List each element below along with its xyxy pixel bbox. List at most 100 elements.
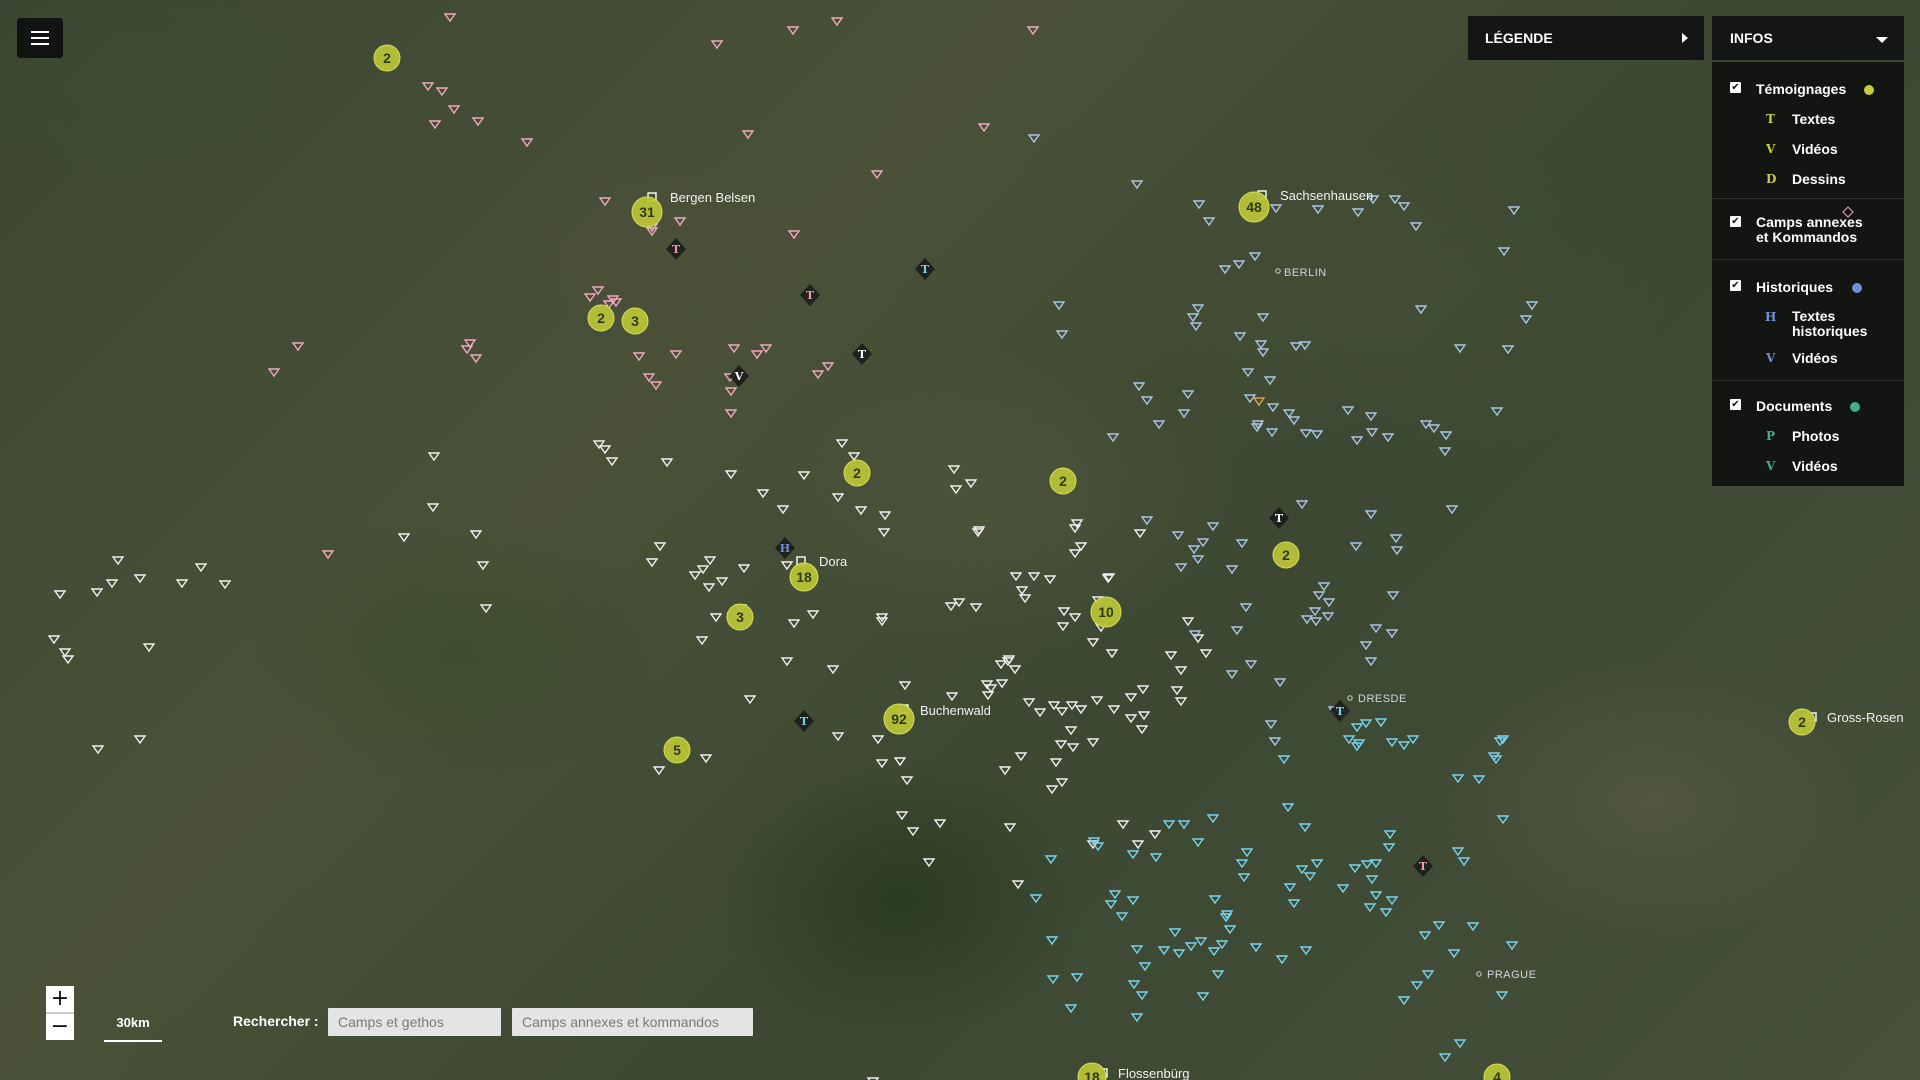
kommando-marker[interactable] — [479, 604, 493, 614]
kommando-marker[interactable] — [1070, 519, 1084, 529]
kommando-marker[interactable] — [1386, 591, 1400, 601]
kommando-marker[interactable] — [1233, 332, 1247, 342]
kommando-marker[interactable] — [1068, 613, 1082, 623]
kommando-marker[interactable] — [756, 489, 770, 499]
kommando-marker[interactable] — [1350, 436, 1364, 446]
kommando-marker[interactable] — [1409, 222, 1423, 232]
kommando-marker[interactable] — [780, 561, 794, 571]
kommando-marker[interactable] — [1232, 260, 1246, 270]
kommando-marker[interactable] — [1026, 26, 1040, 36]
kommando-marker[interactable] — [1115, 912, 1129, 922]
kommando-marker[interactable] — [1056, 622, 1070, 632]
kommando-marker[interactable] — [1218, 265, 1232, 275]
kommando-marker[interactable] — [1299, 946, 1313, 956]
kommando-marker[interactable] — [1152, 420, 1166, 430]
kommando-marker[interactable] — [105, 579, 119, 589]
filter-historiques-textes[interactable]: H Textes historiques — [1712, 309, 1904, 343]
kommando-marker[interactable] — [1127, 980, 1141, 990]
kommando-marker[interactable] — [776, 505, 790, 515]
menu-button[interactable] — [17, 18, 63, 58]
kommando-marker[interactable] — [1369, 891, 1383, 901]
kommando-marker[interactable] — [1348, 864, 1362, 874]
kommando-marker[interactable] — [583, 293, 597, 303]
zoom-in-button[interactable]: + — [46, 986, 74, 1014]
kommando-marker[interactable] — [1312, 591, 1326, 601]
kommando-marker[interactable] — [1208, 895, 1222, 905]
kommando-marker[interactable] — [427, 452, 441, 462]
kommando-marker[interactable] — [1124, 714, 1138, 724]
kommando-marker[interactable] — [1157, 946, 1171, 956]
document-pin[interactable]: T — [1330, 700, 1350, 722]
kommando-marker[interactable] — [1196, 992, 1210, 1002]
kommando-marker[interactable] — [893, 757, 907, 767]
kommando-marker[interactable] — [1237, 873, 1251, 883]
kommando-marker[interactable] — [1309, 617, 1323, 627]
kommando-marker[interactable] — [1350, 723, 1364, 733]
kommando-marker[interactable] — [1269, 204, 1283, 214]
kommando-marker[interactable] — [780, 657, 794, 667]
kommando-marker[interactable] — [447, 105, 461, 115]
kommando-marker[interactable] — [1138, 962, 1152, 972]
search-camps-input[interactable] — [328, 1008, 501, 1036]
kommando-marker[interactable] — [397, 533, 411, 543]
kommando-marker[interactable] — [1230, 626, 1244, 636]
kommando-marker[interactable] — [1295, 500, 1309, 510]
kommando-marker[interactable] — [1055, 330, 1069, 340]
kommando-marker[interactable] — [1249, 943, 1263, 953]
kommando-marker[interactable] — [1133, 529, 1147, 539]
kommando-marker[interactable] — [1385, 896, 1399, 906]
kommando-marker[interactable] — [1003, 823, 1017, 833]
kommando-marker[interactable] — [1379, 908, 1393, 918]
camp-label[interactable]: Gross-Rosen — [1827, 710, 1904, 725]
kommando-marker[interactable] — [1045, 936, 1059, 946]
kommando-marker[interactable] — [1172, 949, 1186, 959]
kommando-marker[interactable] — [1263, 376, 1277, 386]
kommando-marker[interactable] — [649, 381, 663, 391]
kommando-marker[interactable] — [922, 858, 936, 868]
kommando-marker[interactable] — [642, 373, 656, 383]
kommando-marker[interactable] — [1360, 860, 1374, 870]
kommando-marker[interactable] — [1009, 572, 1023, 582]
kommando-marker[interactable] — [53, 590, 67, 600]
kommando-marker[interactable] — [1501, 345, 1515, 355]
kommando-marker[interactable] — [421, 82, 435, 92]
kommando-marker[interactable] — [1311, 205, 1325, 215]
kommando-marker[interactable] — [632, 352, 646, 362]
kommando-marker[interactable] — [1298, 823, 1312, 833]
kommando-marker[interactable] — [715, 577, 729, 587]
kommando-marker[interactable] — [847, 452, 861, 462]
kommando-marker[interactable] — [871, 735, 885, 745]
kommando-marker[interactable] — [1421, 970, 1435, 980]
kommando-marker[interactable] — [1497, 247, 1511, 257]
kommando-marker[interactable] — [1135, 991, 1149, 1001]
kommando-marker[interactable] — [1322, 598, 1336, 608]
kommando-marker[interactable] — [1052, 301, 1066, 311]
kommando-marker[interactable] — [426, 503, 440, 513]
kommando-marker[interactable] — [1287, 899, 1301, 909]
kommando-marker[interactable] — [1033, 708, 1047, 718]
kommando-marker[interactable] — [1351, 208, 1365, 218]
kommando-marker[interactable] — [1044, 855, 1058, 865]
kommando-marker[interactable] — [1018, 594, 1032, 604]
checkbox-icon[interactable]: ✔ — [1730, 280, 1741, 291]
kommando-marker[interactable] — [870, 170, 884, 180]
kommando-marker[interactable] — [1264, 720, 1278, 730]
kommando-marker[interactable] — [291, 342, 305, 352]
kommando-marker[interactable] — [1174, 697, 1188, 707]
document-pin[interactable]: T — [1413, 855, 1433, 877]
satellite-map[interactable]: Bergen Belsen Sachsenhausen Dora Buchenwald… — [0, 0, 1920, 1080]
kommando-marker[interactable] — [1427, 424, 1441, 434]
kommando-marker[interactable] — [1046, 975, 1060, 985]
kommando-marker[interactable] — [469, 530, 483, 540]
kommando-marker[interactable] — [1116, 820, 1130, 830]
kommando-marker[interactable] — [1241, 368, 1255, 378]
kommando-marker[interactable] — [1202, 217, 1216, 227]
kommando-marker[interactable] — [1206, 814, 1220, 824]
kommando-marker[interactable] — [1342, 735, 1356, 745]
kommando-marker[interactable] — [699, 754, 713, 764]
kommando-marker[interactable] — [598, 197, 612, 207]
document-pin[interactable]: H — [775, 537, 795, 559]
kommando-marker[interactable] — [724, 470, 738, 480]
kommando-marker[interactable] — [669, 350, 683, 360]
kommando-marker[interactable] — [1140, 516, 1154, 526]
